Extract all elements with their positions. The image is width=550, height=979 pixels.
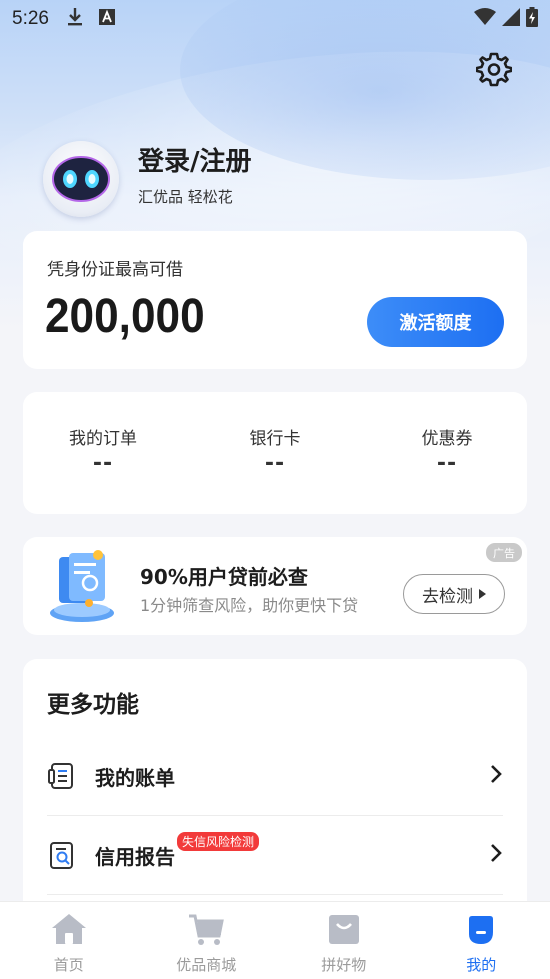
row-divider bbox=[47, 894, 503, 895]
login-subtitle: 汇优品 轻松花 bbox=[138, 188, 233, 206]
bank-card-value: -- bbox=[264, 451, 286, 476]
bottom-tab-bar: 首页 优品商城 拼好物 我的 bbox=[0, 901, 550, 979]
robot-avatar-icon bbox=[52, 156, 110, 202]
tab-group-buy[interactable]: 拼好物 bbox=[275, 902, 413, 979]
notification-a-icon bbox=[98, 8, 115, 30]
avatar[interactable] bbox=[43, 141, 119, 217]
cart-icon bbox=[187, 912, 225, 950]
coupons-value: -- bbox=[436, 451, 458, 476]
home-icon bbox=[50, 912, 88, 950]
risk-check-illustration-icon bbox=[45, 547, 119, 625]
tab-mine-label: 我的 bbox=[466, 956, 497, 974]
risk-check-ad-card[interactable]: 90%用户贷前必查 1分钟筛查风险，助你更快下贷 广告 去检测 bbox=[23, 537, 527, 635]
account-summary-card: 我的订单 -- 银行卡 -- 优惠券 -- bbox=[23, 392, 527, 514]
tab-home-label: 首页 bbox=[53, 956, 84, 974]
chevron-right-icon bbox=[489, 843, 503, 867]
coupons-label: 优惠券 bbox=[421, 429, 473, 449]
credit-report-row[interactable]: 信用报告 失信风险检测 bbox=[47, 816, 503, 894]
go-check-label: 去检测 bbox=[422, 586, 473, 607]
download-icon bbox=[67, 7, 83, 32]
my-orders-label: 我的订单 bbox=[69, 429, 137, 449]
gear-icon bbox=[475, 51, 513, 91]
login-register-link[interactable]: 登录/注册 bbox=[138, 141, 252, 178]
credit-report-icon bbox=[47, 840, 77, 870]
more-functions-title: 更多功能 bbox=[47, 692, 139, 718]
play-arrow-icon bbox=[479, 589, 486, 599]
ad-subtitle: 1分钟筛查风险，助你更快下贷 bbox=[140, 596, 359, 615]
tab-home[interactable]: 首页 bbox=[0, 902, 138, 979]
my-bills-row[interactable]: 我的账单 bbox=[47, 737, 503, 815]
status-time: 5:26 bbox=[12, 8, 49, 29]
credit-limit-amount: 200,000 bbox=[45, 290, 205, 343]
credit-limit-label: 凭身份证最高可借 bbox=[47, 260, 183, 280]
chevron-right-icon bbox=[489, 764, 503, 788]
my-orders-value: -- bbox=[92, 451, 114, 476]
my-orders-item[interactable]: 我的订单 -- bbox=[23, 424, 183, 476]
ad-badge: 广告 bbox=[486, 543, 522, 562]
wifi-icon bbox=[474, 7, 496, 31]
ad-title: 90%用户贷前必查 bbox=[140, 565, 308, 589]
tab-mall[interactable]: 优品商城 bbox=[138, 902, 276, 979]
my-bills-label: 我的账单 bbox=[95, 765, 175, 790]
bank-card-label: 银行卡 bbox=[249, 429, 301, 449]
risk-check-tag: 失信风险检测 bbox=[177, 832, 260, 851]
tab-mine[interactable]: 我的 bbox=[413, 902, 550, 979]
bill-icon bbox=[47, 761, 77, 791]
profile-icon bbox=[462, 912, 500, 950]
more-functions-card: 更多功能 我的账单 信用报告 失信风险检测 bbox=[23, 659, 527, 919]
credit-limit-card: 凭身份证最高可借 200,000 激活额度 bbox=[23, 231, 527, 369]
tab-mall-label: 优品商城 bbox=[176, 956, 237, 974]
signal-icon bbox=[502, 7, 520, 31]
go-check-button[interactable]: 去检测 bbox=[403, 574, 505, 614]
activate-limit-button[interactable]: 激活额度 bbox=[367, 297, 504, 347]
settings-button[interactable] bbox=[475, 52, 513, 90]
credit-report-label: 信用报告 bbox=[95, 844, 175, 869]
bank-card-item[interactable]: 银行卡 -- bbox=[195, 424, 355, 476]
status-bar: 5:26 bbox=[0, 0, 550, 38]
coupons-item[interactable]: 优惠券 -- bbox=[367, 424, 527, 476]
tab-group-buy-label: 拼好物 bbox=[321, 956, 367, 974]
battery-icon bbox=[526, 6, 538, 32]
bag-icon bbox=[325, 912, 363, 950]
